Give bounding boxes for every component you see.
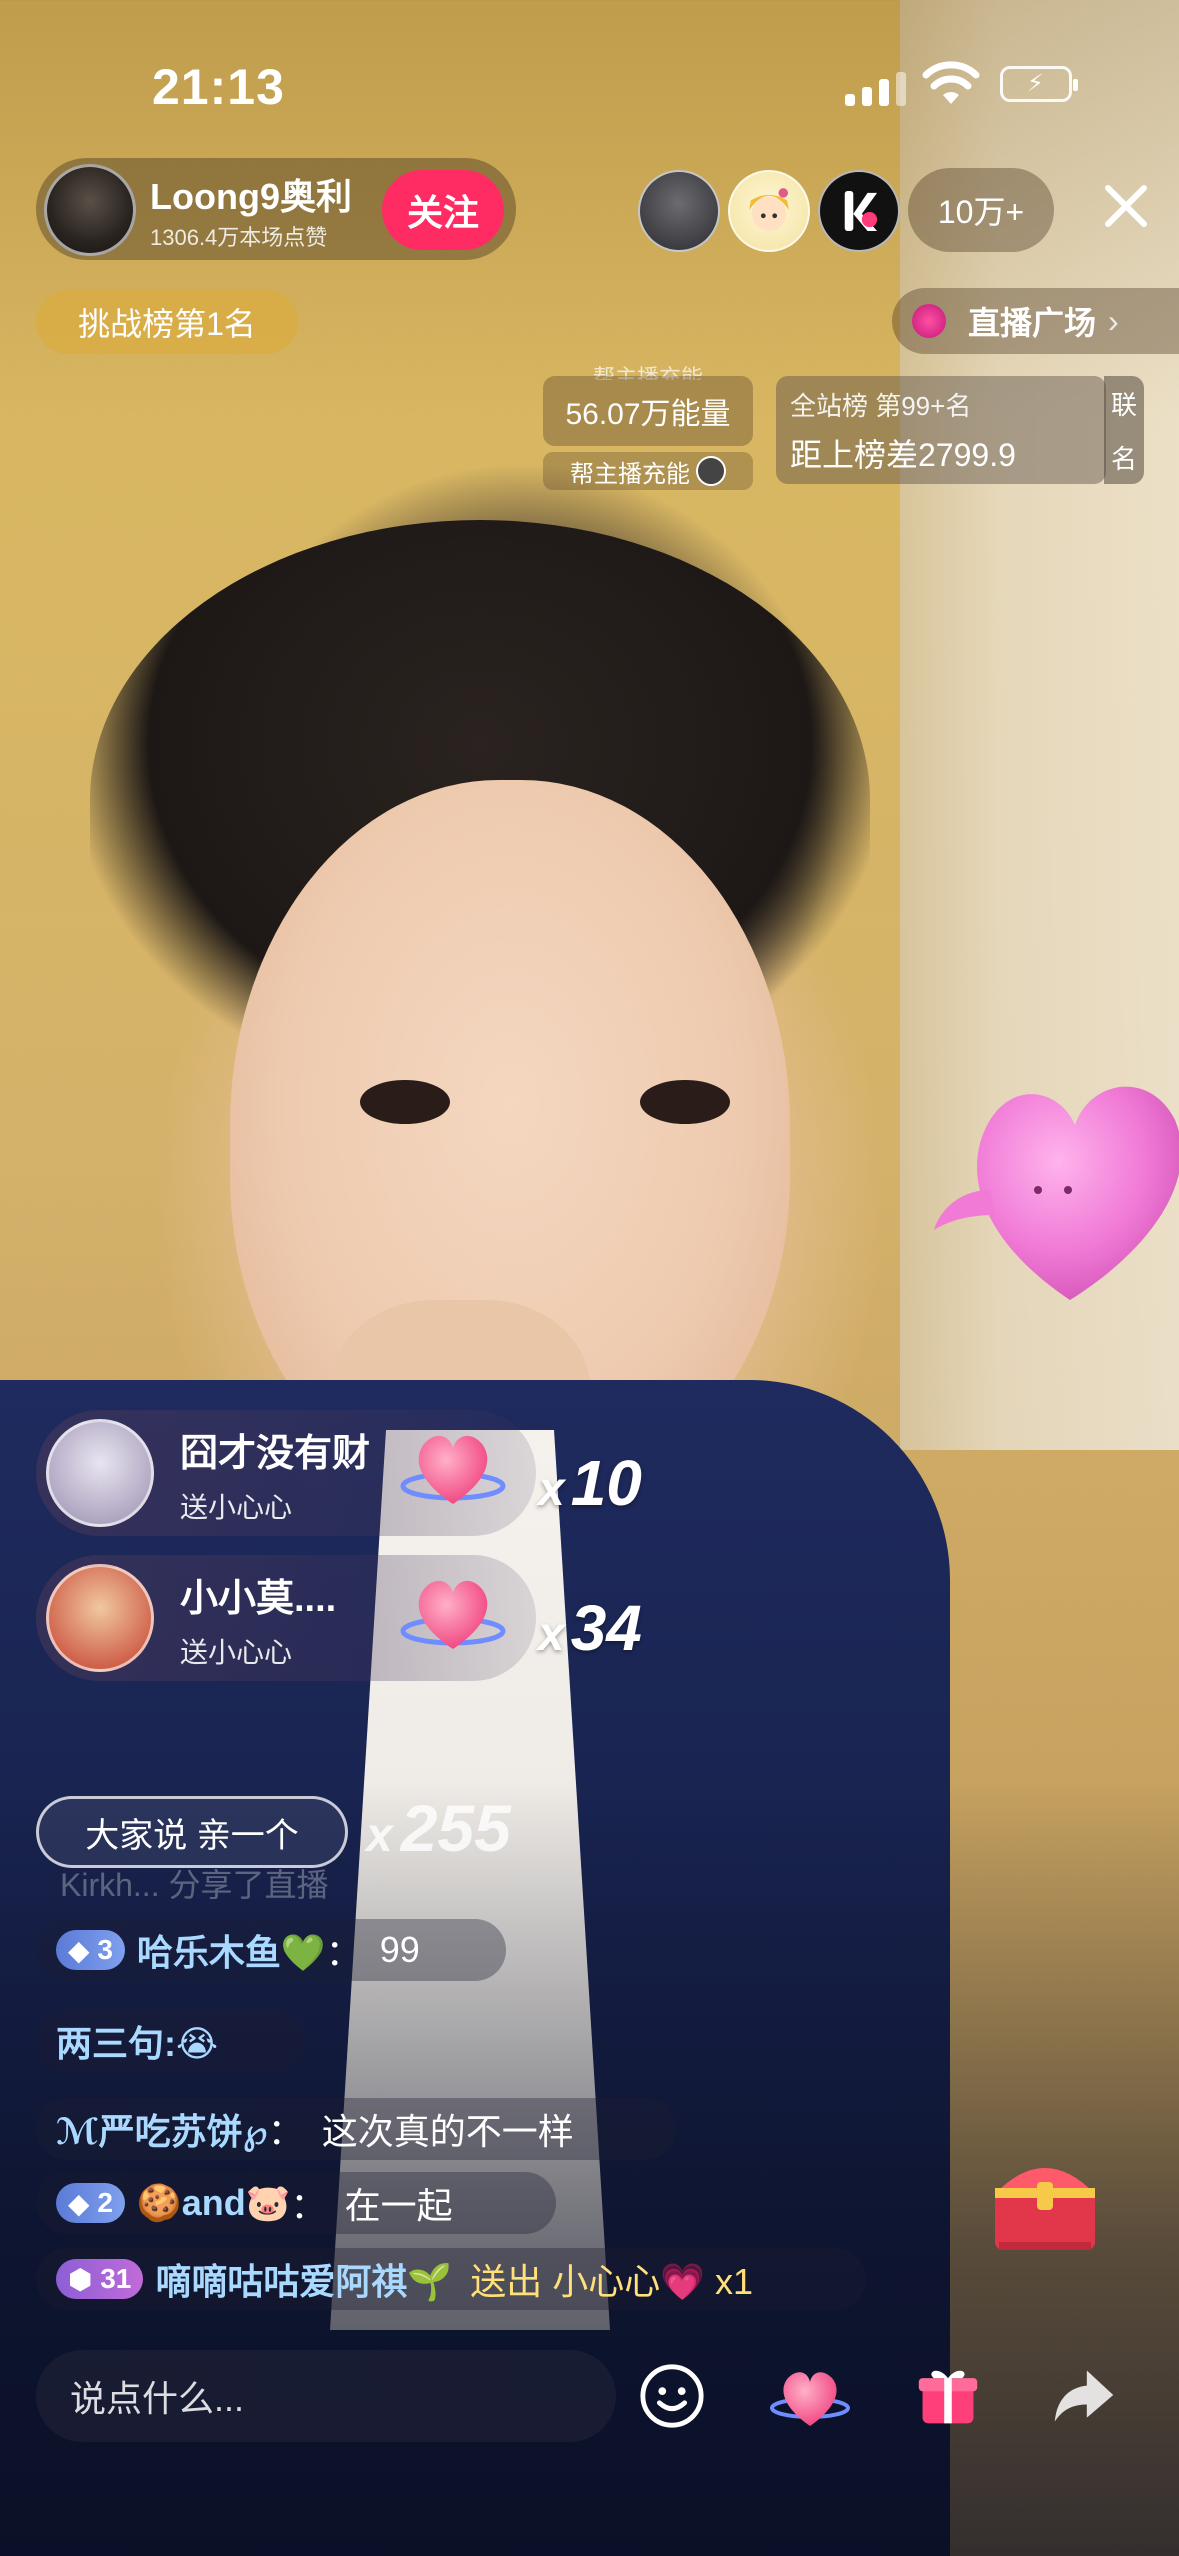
chat-separator: ： <box>290 2185 327 2226</box>
gift-action-text: 送小心心 <box>180 1637 293 1668</box>
challenge-rank-badge[interactable]: 挑战榜第1名 <box>36 290 298 354</box>
chat-username[interactable]: 两三句:😭 <box>56 2015 218 2067</box>
gift-combo-count: x34 <box>538 1591 642 1665</box>
energy-subtext-label: 帮主播充能 <box>570 460 690 488</box>
gift-button[interactable] <box>904 2352 992 2440</box>
streamer-eye <box>640 1080 730 1124</box>
chat-text: 这次真的不一样 <box>321 2111 574 2152</box>
cellular-signal-icon <box>845 70 906 106</box>
top-viewer-avatar[interactable] <box>728 170 810 252</box>
cartoon-girl-icon <box>749 188 789 231</box>
chat-message[interactable]: 两三句:😭 <box>36 2010 306 2072</box>
comment-input[interactable]: 说点什么... <box>36 2350 616 2442</box>
everyone-says-prefix: x <box>366 1809 393 1862</box>
fan-level-badge: ◆ 3 <box>56 1930 125 1970</box>
rank-tag-bottom: 名 <box>1110 443 1137 474</box>
chat-text: 在一起 <box>344 2185 453 2226</box>
rank-side-tag[interactable]: 联 名 <box>1104 376 1144 484</box>
close-icon[interactable] <box>1098 178 1154 234</box>
chat-separator: ： <box>325 1932 362 1973</box>
gift-icon <box>918 2370 978 2424</box>
k-logo-icon <box>844 191 878 231</box>
fan-level-badge: ⬢ 31 <box>56 2259 144 2299</box>
share-button[interactable] <box>1040 2352 1128 2440</box>
emoji-icon <box>640 2364 704 2428</box>
share-icon <box>1054 2370 1114 2422</box>
host-likes: 1306.4万本场点赞 <box>150 225 328 250</box>
gift-combo-count: x10 <box>538 1446 642 1520</box>
gift-combo-prefix: x <box>538 1463 565 1516</box>
chat-text: 送出 小心心💗 x1 <box>470 2261 754 2302</box>
plaza-label: 直播广场 <box>968 305 1097 341</box>
heart-icon <box>770 2372 850 2426</box>
chat-username[interactable]: 🍪and🐷 <box>137 2182 291 2224</box>
chat-text: 99 <box>379 1929 420 1970</box>
pink-heart-sticker-icon <box>934 1086 1179 1300</box>
chat-message[interactable]: ℳ严吃苏饼℘ ： 这次真的不一样 <box>36 2098 676 2160</box>
emoji-button[interactable] <box>628 2352 716 2440</box>
fan-level-badge: ◆ 2 <box>56 2183 125 2223</box>
host-name[interactable]: Loong9奥利 <box>150 168 352 220</box>
everyone-says-pill[interactable]: 大家说 亲一个 <box>36 1796 348 1868</box>
gift-sender-avatar[interactable] <box>46 1564 154 1672</box>
live-plaza-button[interactable]: 直播广场 › <box>892 288 1179 354</box>
gift-sender-name: 小小莫.... <box>180 1578 337 1620</box>
gift-sender-avatar[interactable] <box>46 1419 154 1527</box>
site-rank-gap: 距上榜差2799.9 <box>790 437 1016 473</box>
everyone-says-number: 255 <box>400 1791 511 1865</box>
chat-separator: ： <box>267 2111 304 2152</box>
chevron-right-icon: › <box>1108 302 1119 339</box>
battery-charging-icon: ⚡ <box>1000 66 1078 102</box>
rank-tag-top: 联 <box>1110 389 1137 420</box>
chat-username[interactable]: 嘀嘀咕咕爱阿祺🌱 <box>155 2253 452 2305</box>
chat-username[interactable]: 哈乐木鱼💚 <box>137 1924 326 1976</box>
gift-combo-prefix: x <box>538 1608 565 1661</box>
supporter-avatar <box>696 456 726 486</box>
site-rank-position: 全站榜 第99+名 <box>790 391 972 421</box>
host-avatar[interactable] <box>44 164 136 256</box>
streamer-eye <box>360 1080 450 1124</box>
follow-button[interactable]: 关注 <box>382 170 504 250</box>
plaza-icon <box>912 304 946 338</box>
chat-message[interactable]: ⬢ 31 嘀嘀咕咕爱阿祺🌱 送出 小心心💗 x1 <box>36 2248 866 2310</box>
small-heart-gift-icon <box>400 1435 506 1504</box>
energy-card[interactable]: 56.07万能量 <box>543 376 753 446</box>
gift-combo-number: 34 <box>570 1592 642 1664</box>
heart-gift-button[interactable] <box>766 2352 854 2440</box>
gift-combo-number: 10 <box>570 1447 642 1519</box>
chat-username[interactable]: ℳ严吃苏饼℘ <box>56 2103 268 2155</box>
chat-message[interactable]: ◆ 2 🍪and🐷 ： 在一起 <box>36 2172 556 2234</box>
status-time: 21:13 <box>152 59 285 115</box>
top-viewer-avatar[interactable] <box>818 170 900 252</box>
top-viewer-avatar[interactable] <box>638 170 720 252</box>
fan-level-number: 31 <box>100 2263 132 2294</box>
chat-message[interactable]: ◆ 3 哈乐木鱼💚 ： 99 <box>36 1919 506 1981</box>
wifi-icon <box>922 61 980 104</box>
gift-sender-name: 囧才没有财 <box>180 1433 371 1475</box>
everyone-says-count: x 255 <box>366 1790 511 1866</box>
fan-level-number: 2 <box>97 2187 113 2218</box>
treasure-chest-icon[interactable] <box>985 2142 1105 2258</box>
gift-action-text: 送小心心 <box>180 1492 293 1523</box>
small-heart-gift-icon <box>400 1580 506 1649</box>
energy-subtext[interactable]: 帮主播充能 <box>543 452 753 490</box>
fan-level-number: 3 <box>97 1934 113 1965</box>
viewer-count[interactable]: 10万+ <box>908 168 1054 252</box>
comment-input-placeholder: 说点什么... <box>70 2378 245 2419</box>
